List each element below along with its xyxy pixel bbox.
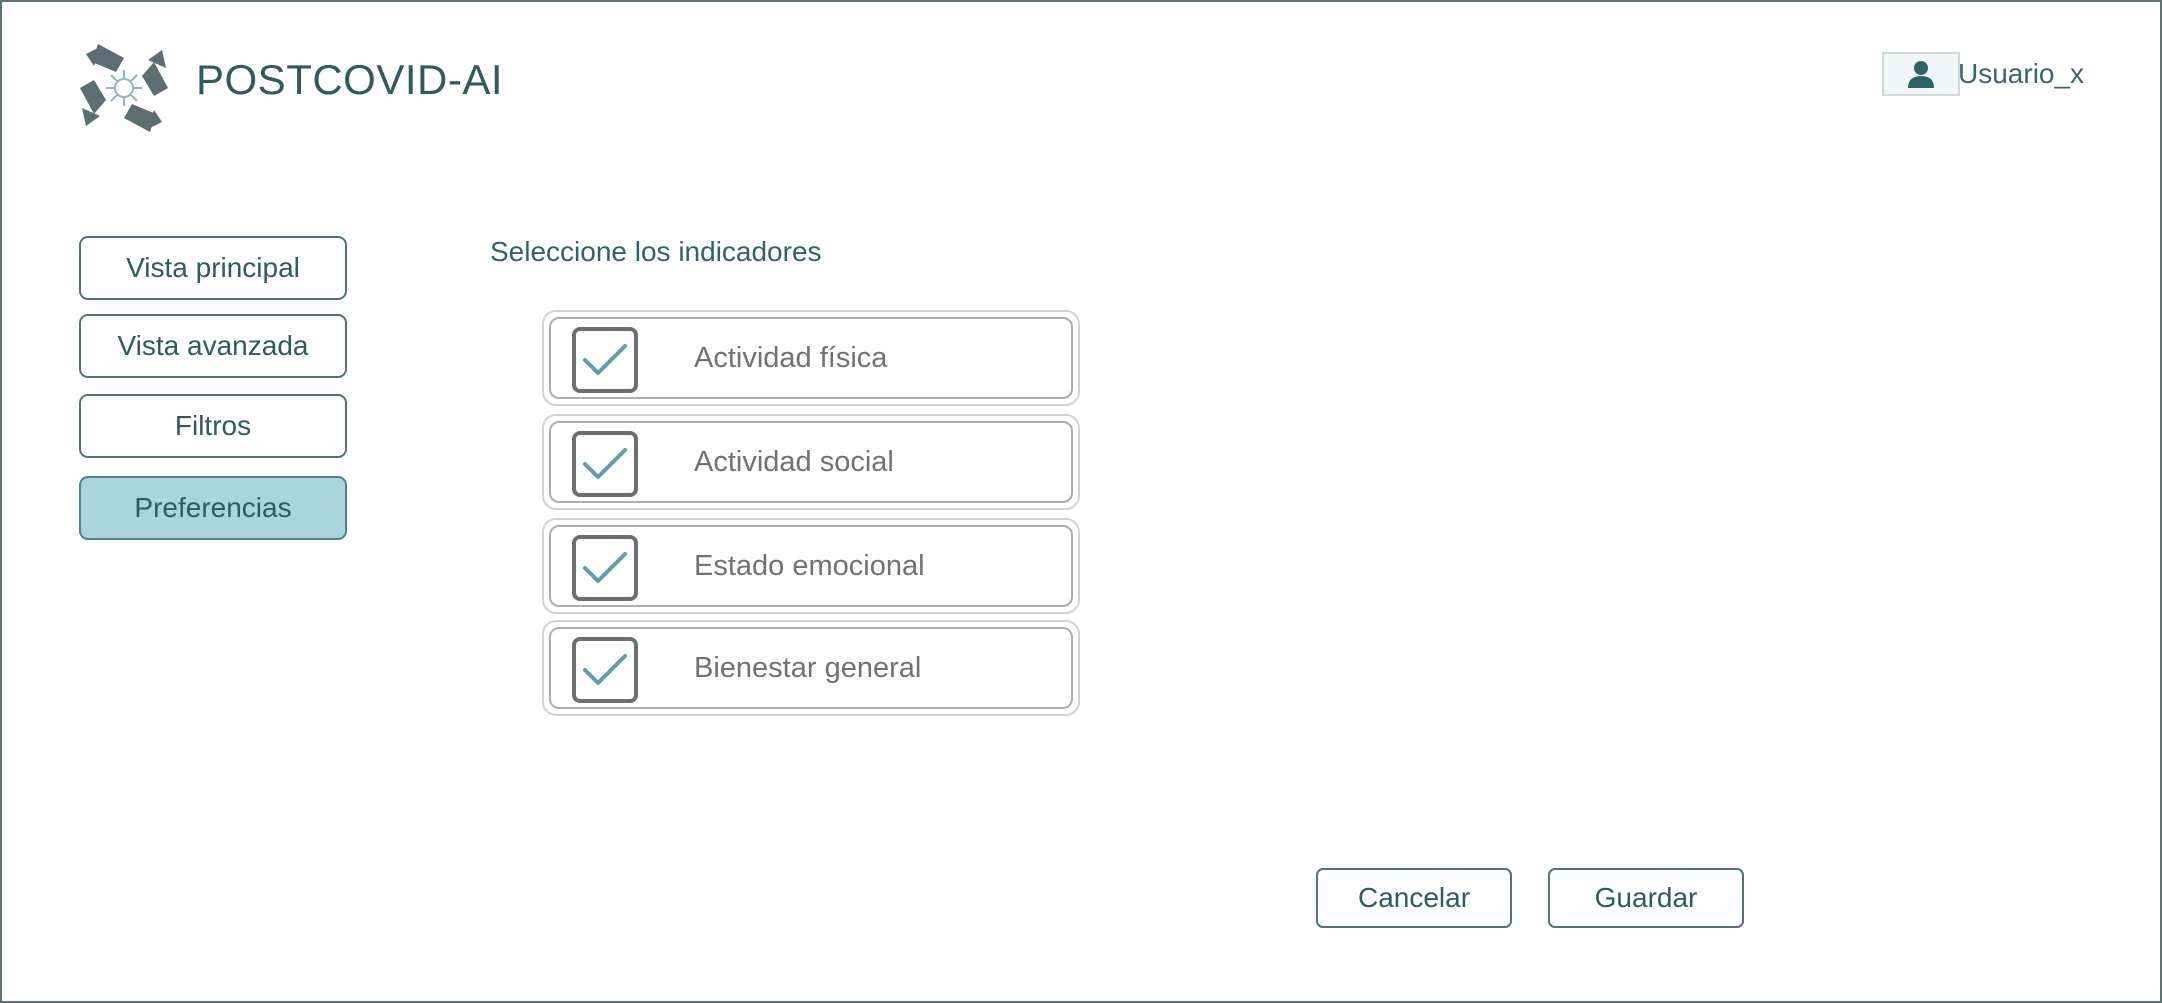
app-logo-icon (80, 44, 168, 132)
cancel-button[interactable]: Cancelar (1316, 868, 1512, 928)
indicator-label: Actividad física (694, 342, 888, 374)
checkmark-icon (583, 654, 627, 685)
indicator-label: Estado emocional (694, 550, 925, 582)
sidebar-item-preferencias[interactable]: Preferencias (79, 476, 347, 540)
checkmark-icon (583, 552, 627, 583)
indicator-row-actividad-social: Actividad social (542, 414, 1080, 510)
user-menu[interactable]: Usuario_x (1882, 52, 2084, 96)
app-title: POSTCOVID-AI (196, 56, 504, 103)
user-name: Usuario_x (1958, 58, 2085, 89)
checkbox-bienestar-general[interactable] (572, 637, 638, 703)
checkbox-actividad-fisica[interactable] (572, 327, 638, 393)
indicator-row-estado-emocional: Estado emocional (542, 518, 1080, 614)
checkbox-actividad-social[interactable] (572, 431, 638, 497)
sidebar-item-vista-avanzada[interactable]: Vista avanzada (79, 314, 347, 378)
checkmark-icon (583, 448, 627, 479)
section-title: Seleccione los indicadores (490, 236, 822, 267)
checkmark-icon (583, 344, 627, 375)
indicator-row-bienestar-general: Bienestar general (542, 620, 1080, 716)
sidebar-item-filtros[interactable]: Filtros (79, 394, 347, 458)
indicator-label: Actividad social (694, 446, 894, 478)
indicator-row-actividad-fisica: Actividad física (542, 310, 1080, 406)
sidebar-item-vista-principal[interactable]: Vista principal (79, 236, 347, 300)
user-icon[interactable] (1882, 52, 1960, 96)
checkbox-estado-emocional[interactable] (572, 535, 638, 601)
indicator-label: Bienestar general (694, 652, 922, 684)
save-button[interactable]: Guardar (1548, 868, 1744, 928)
